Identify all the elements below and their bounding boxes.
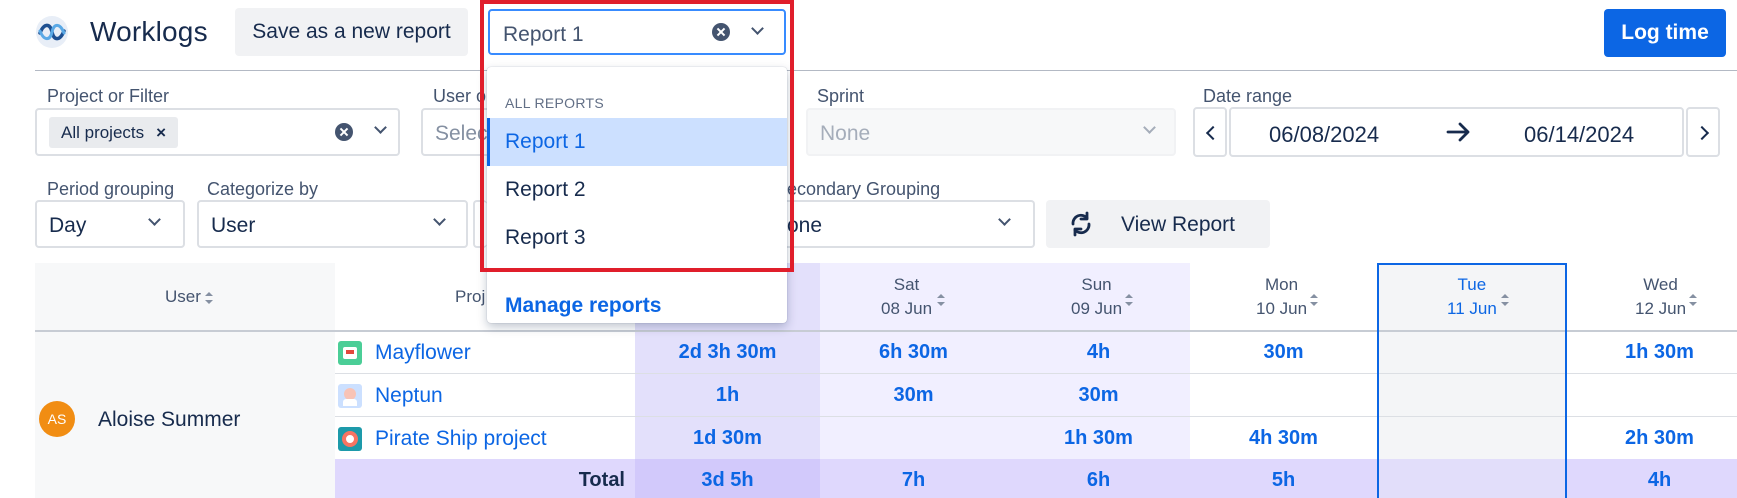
total-label: Total: [578, 469, 625, 491]
remove-tag-icon[interactable]: ×: [156, 123, 166, 143]
table-row: Mayflower: [338, 331, 471, 374]
date-to[interactable]: 06/14/2024: [1524, 122, 1634, 148]
table-row: Neptun: [338, 374, 443, 417]
project-link[interactable]: Neptun: [375, 384, 443, 408]
sun-column-header[interactable]: Sun 09 Jun: [1071, 273, 1133, 321]
view-report-label: View Report: [1121, 213, 1236, 236]
total-cell: 6h: [1086, 469, 1111, 491]
worklog-cell[interactable]: 4h: [1007, 331, 1190, 374]
log-time-button[interactable]: Log time: [1604, 9, 1726, 57]
worklog-table: User Proj Sat 08 Jun Sun 09 Jun Mon 10 Jun …: [35, 263, 1737, 498]
worklog-cell[interactable]: [1190, 374, 1377, 417]
period-grouping-label: Period grouping: [47, 179, 175, 199]
worklog-cell[interactable]: 4h 30m: [1190, 417, 1377, 460]
worklog-cell[interactable]: [1567, 374, 1737, 417]
neptun-project-icon: [338, 383, 362, 408]
worklog-cell[interactable]: 1h 30m: [1007, 417, 1190, 460]
worklog-cell[interactable]: 2h 30m: [1567, 417, 1737, 460]
page-title: Worklogs: [90, 16, 208, 47]
period-grouping-value: Day: [49, 214, 87, 237]
project-filter-select[interactable]: All projects ×: [35, 108, 400, 156]
project-link[interactable]: Mayflower: [375, 341, 471, 365]
today-column-highlight: [1377, 263, 1567, 498]
worklog-cell[interactable]: 2d 3h 30m: [635, 331, 820, 374]
clear-project-icon[interactable]: [335, 123, 353, 141]
date-range-picker[interactable]: 06/08/2024 06/14/2024: [1229, 107, 1684, 157]
app-logo-icon: [36, 16, 68, 48]
annotation-highlight-box: [480, 0, 794, 272]
next-period-button[interactable]: [1686, 107, 1720, 157]
chevron-down-icon[interactable]: [148, 213, 161, 226]
chevron-down-icon[interactable]: [998, 213, 1011, 226]
total-cell: 5h: [1271, 469, 1296, 491]
previous-period-button[interactable]: [1193, 107, 1227, 157]
project-column-header[interactable]: Proj: [455, 285, 485, 309]
save-as-new-report-button[interactable]: Save as a new report: [235, 8, 468, 56]
sprint-label: Sprint: [817, 86, 865, 106]
chevron-left-icon: [1205, 125, 1221, 141]
project-filter-label: Project or Filter: [47, 86, 170, 106]
chevron-down-icon: [1143, 121, 1156, 134]
pirate-ship-project-icon: [338, 426, 362, 451]
total-cell: 4h: [1647, 469, 1672, 491]
chevron-right-icon: [1694, 125, 1710, 141]
sprint-value: None: [820, 122, 871, 145]
wed-column-header[interactable]: Wed 12 Jun: [1635, 273, 1697, 321]
chevron-down-icon[interactable]: [433, 213, 446, 226]
secondary-grouping-label: econdary Grouping: [787, 179, 941, 199]
chevron-down-icon[interactable]: [374, 121, 387, 134]
sat-column-header[interactable]: Sat 08 Jun: [881, 273, 945, 321]
worklog-cell[interactable]: 6h 30m: [820, 331, 1007, 374]
worklog-cell[interactable]: 30m: [820, 374, 1007, 417]
user-filter-label: User o: [433, 86, 487, 106]
total-cell: 3d 5h: [701, 469, 754, 491]
date-from[interactable]: 06/08/2024: [1269, 122, 1379, 148]
user-name: Aloise Summer: [98, 408, 241, 431]
sprint-select: None: [806, 108, 1176, 156]
mayflower-project-icon: [338, 340, 362, 365]
arrow-right-icon: [1446, 122, 1470, 142]
worklog-cell[interactable]: [820, 417, 1007, 460]
view-report-button[interactable]: View Report: [1046, 200, 1270, 248]
worklog-cell[interactable]: 1d 30m: [635, 417, 820, 460]
worklog-cell[interactable]: 1h: [635, 374, 820, 417]
period-grouping-select[interactable]: Day: [35, 200, 185, 248]
worklog-cell[interactable]: 1h 30m: [1567, 331, 1737, 374]
avatar: AS: [39, 401, 75, 437]
mon-column-header[interactable]: Mon 10 Jun: [1256, 273, 1318, 321]
total-cell: 7h: [901, 469, 926, 491]
categorize-by-value: User: [211, 214, 256, 237]
worklog-cell[interactable]: 30m: [1007, 374, 1190, 417]
refresh-icon: [1071, 211, 1091, 237]
date-range-label: Date range: [1203, 86, 1293, 106]
manage-reports-link[interactable]: Manage reports: [505, 294, 661, 318]
user-column-header[interactable]: User: [165, 285, 213, 309]
worklog-cell[interactable]: 30m: [1190, 331, 1377, 374]
project-tag[interactable]: All projects ×: [49, 117, 179, 148]
project-link[interactable]: Pirate Ship project: [375, 427, 547, 451]
project-tag-label: All projects: [61, 122, 145, 142]
categorize-by-label: Categorize by: [207, 179, 319, 199]
table-row: Pirate Ship project: [338, 417, 547, 460]
header-divider: [35, 70, 1737, 71]
categorize-by-select[interactable]: User: [197, 200, 468, 248]
